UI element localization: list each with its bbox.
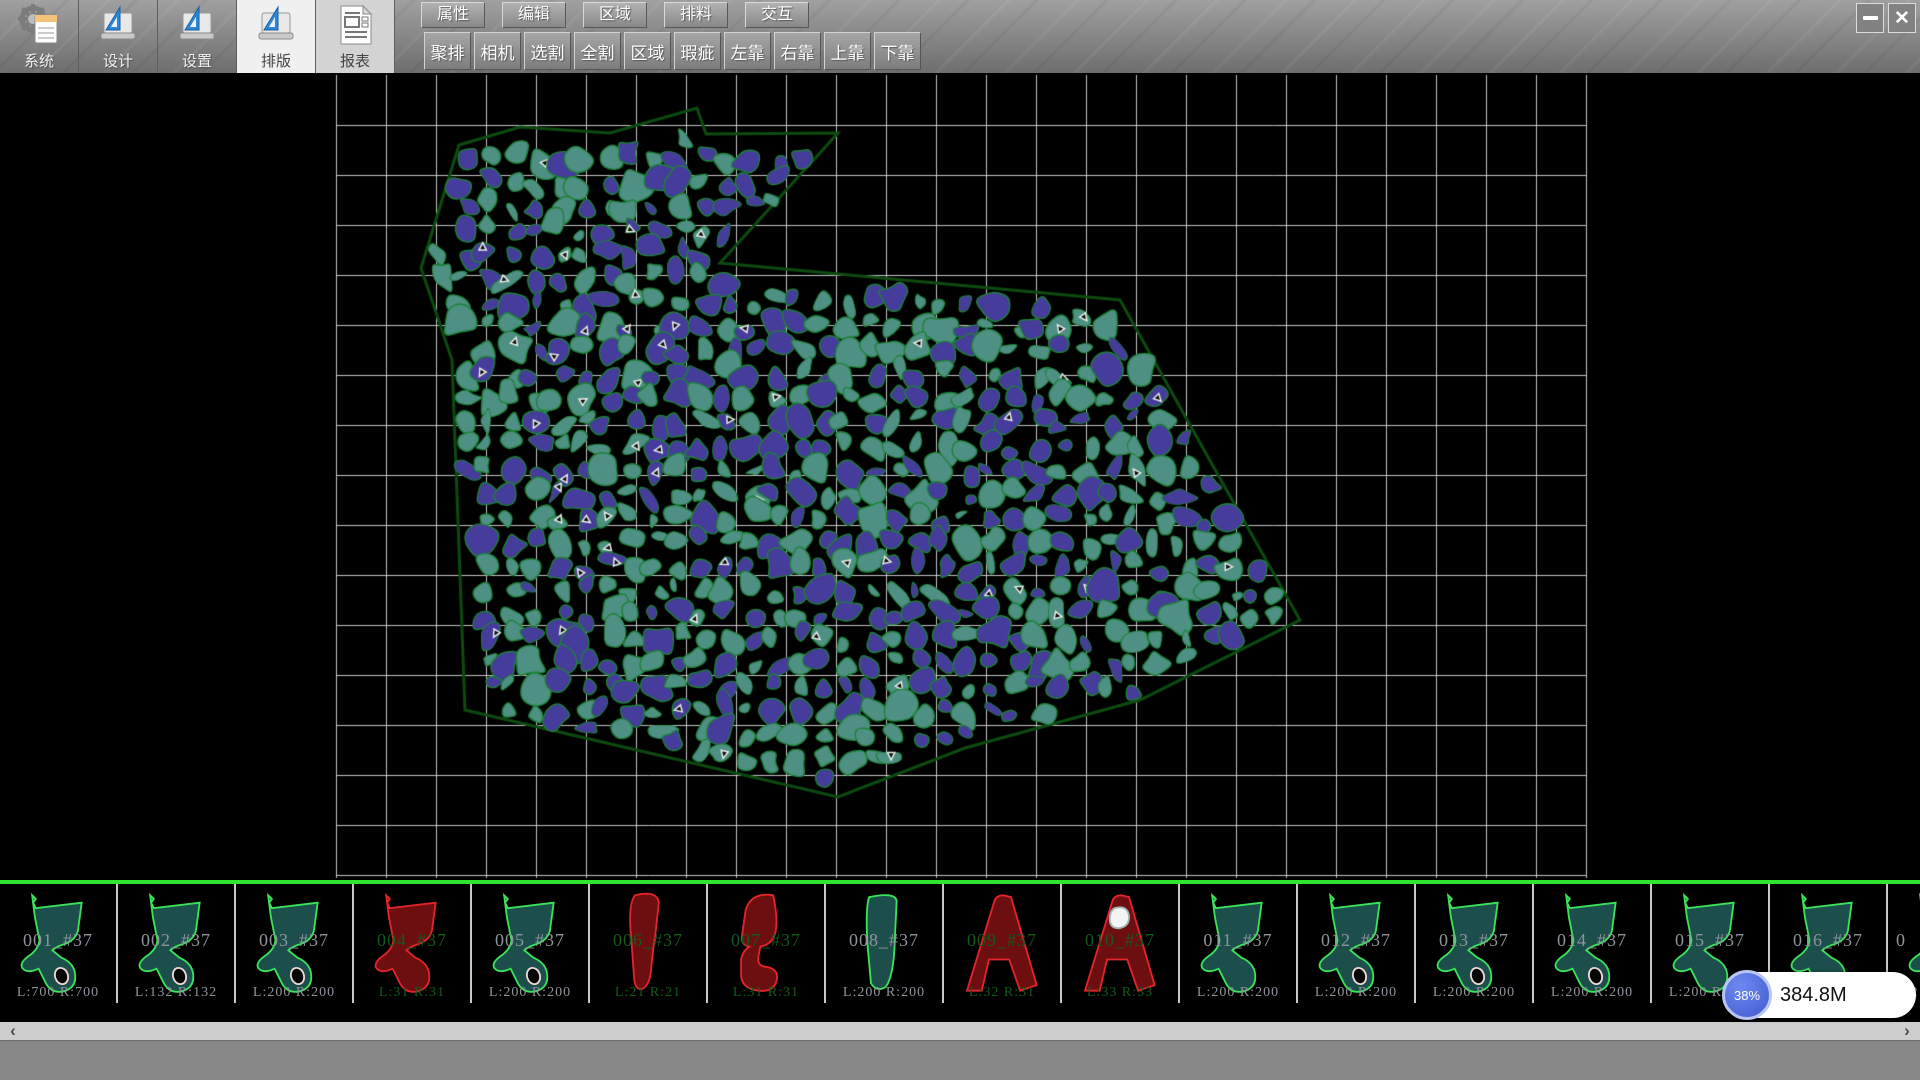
part-counts: L:200 R:200 xyxy=(1416,985,1532,1001)
nav-item-设计[interactable]: 设计 xyxy=(79,0,158,73)
percent-indicator: 38% xyxy=(1722,970,1772,1020)
nesting-canvas[interactable] xyxy=(0,73,1920,880)
part-counts: L:200 R:200 xyxy=(1180,985,1296,1001)
part-id: 016_#37 xyxy=(1770,930,1886,951)
nav-item-label: 报表 xyxy=(340,50,370,71)
scroll-right-icon[interactable]: › xyxy=(1896,1022,1918,1040)
usage-badge: 38% 384.8M xyxy=(1724,972,1916,1018)
size-value: 384.8M xyxy=(1780,984,1847,1007)
part-thumbnail[interactable]: 006_#37 L:21 R:21 xyxy=(590,884,708,1003)
report-icon xyxy=(333,3,377,47)
part-counts: L:32 R:31 xyxy=(944,985,1060,1001)
part-thumbnail[interactable]: 007_#37 L:31 R:31 xyxy=(708,884,826,1003)
laptop-ruler-icon xyxy=(96,3,140,47)
menu-tab-bar: 属性编辑区域排料交互 xyxy=(421,2,826,28)
tool-button-聚排[interactable]: 聚排 xyxy=(424,32,471,70)
part-id: 015_#37 xyxy=(1652,930,1768,951)
part-id: 002_#37 xyxy=(118,930,234,951)
nav-item-系统[interactable]: 系统 xyxy=(0,0,79,73)
menu-tab-编辑[interactable]: 编辑 xyxy=(502,2,566,28)
nav-item-label: 排版 xyxy=(261,50,291,71)
tool-button-瑕疵[interactable]: 瑕疵 xyxy=(674,32,721,70)
menu-tab-排料[interactable]: 排料 xyxy=(664,2,728,28)
part-id: 001_#37 xyxy=(0,930,116,951)
part-id: 008_#37 xyxy=(826,930,942,951)
nav-item-label: 设计 xyxy=(103,50,133,71)
part-counts: L:31 R:31 xyxy=(708,985,824,1001)
percent-value: 38% xyxy=(1734,988,1760,1003)
close-button[interactable]: ✕ xyxy=(1888,3,1916,33)
part-counts: L:21 R:21 xyxy=(590,985,706,1001)
part-counts: L:700 R:700 xyxy=(0,985,116,1001)
part-counts: L:33 R:33 xyxy=(1062,985,1178,1001)
part-thumbnail[interactable]: 001_#37 L:700 R:700 xyxy=(0,884,118,1003)
part-thumbnail[interactable]: 008_#37 L:200 R:200 xyxy=(826,884,944,1003)
part-counts: L:200 R:200 xyxy=(826,985,942,1001)
tool-button-全割[interactable]: 全割 xyxy=(574,32,621,70)
part-id: 0 xyxy=(1888,930,1920,951)
tool-button-下靠[interactable]: 下靠 xyxy=(874,32,921,70)
part-id: 013_#37 xyxy=(1416,930,1532,951)
parts-thumbnail-strip: 001_#37L:700 R:700002_#37L:132 R:132003_… xyxy=(0,884,1920,1003)
window-controls: ✕ xyxy=(1856,3,1916,33)
scroll-left-icon[interactable]: ‹ xyxy=(2,1022,24,1040)
part-thumbnail[interactable]: 004_#37 L:31 R:31 xyxy=(354,884,472,1003)
part-id: 010_#37 xyxy=(1062,930,1178,951)
application-window: 系统设计设置排版报表 属性编辑区域排料交互 聚排相机选割全割区域瑕疵左靠右靠上靠… xyxy=(0,0,1920,1080)
laptop-ruler-icon xyxy=(175,3,219,47)
nav-item-label: 系统 xyxy=(24,50,54,71)
tool-button-左靠[interactable]: 左靠 xyxy=(724,32,771,70)
tool-button-相机[interactable]: 相机 xyxy=(474,32,521,70)
part-id: 011_#37 xyxy=(1180,930,1296,951)
tool-button-选割[interactable]: 选割 xyxy=(524,32,571,70)
tool-button-上靠[interactable]: 上靠 xyxy=(824,32,871,70)
part-thumbnail[interactable]: 014_#37 L:200 R:200 xyxy=(1534,884,1652,1003)
horizontal-scrollbar[interactable]: ‹ › xyxy=(0,1022,1920,1040)
tool-button-bar: 聚排相机选割全割区域瑕疵左靠右靠上靠下靠 xyxy=(424,32,924,70)
part-thumbnail[interactable]: 005_#37 L:200 R:200 xyxy=(472,884,590,1003)
nav-item-排版[interactable]: 排版 xyxy=(237,0,316,73)
nav-icon-bar: 系统 设计 设置 排版 报表 xyxy=(0,0,395,73)
nav-item-label: 设置 xyxy=(182,50,212,71)
close-icon: ✕ xyxy=(1894,9,1910,28)
part-counts: L:200 R:200 xyxy=(1534,985,1650,1001)
menu-tab-区域[interactable]: 区域 xyxy=(583,2,647,28)
part-thumbnail[interactable]: 013_#37 L:200 R:200 xyxy=(1416,884,1534,1003)
part-counts: L:132 R:132 xyxy=(118,985,234,1001)
status-bar xyxy=(0,1040,1920,1080)
part-id: 006_#37 xyxy=(590,930,706,951)
menu-tab-交互[interactable]: 交互 xyxy=(745,2,809,28)
part-thumbnail[interactable]: 002_#37 L:132 R:132 xyxy=(118,884,236,1003)
tool-button-右靠[interactable]: 右靠 xyxy=(774,32,821,70)
part-counts: L:200 R:200 xyxy=(1298,985,1414,1001)
part-thumbnail[interactable]: 010_#37 L:33 R:33 xyxy=(1062,884,1180,1003)
minimize-icon xyxy=(1863,16,1878,20)
main-toolbar: 系统设计设置排版报表 属性编辑区域排料交互 聚排相机选割全割区域瑕疵左靠右靠上靠… xyxy=(0,0,1920,74)
part-id: 007_#37 xyxy=(708,930,824,951)
tool-button-区域[interactable]: 区域 xyxy=(624,32,671,70)
part-id: 012_#37 xyxy=(1298,930,1414,951)
part-counts: L:200 R:200 xyxy=(472,985,588,1001)
laptop-ruler-icon xyxy=(254,3,298,47)
nav-item-报表[interactable]: 报表 xyxy=(316,0,395,73)
menu-tab-属性[interactable]: 属性 xyxy=(421,2,485,28)
part-thumbnail[interactable]: 003_#37 L:200 R:200 xyxy=(236,884,354,1003)
part-thumbnail[interactable]: 012_#37 L:200 R:200 xyxy=(1298,884,1416,1003)
part-id: 014_#37 xyxy=(1534,930,1650,951)
nav-item-设置[interactable]: 设置 xyxy=(158,0,237,73)
part-thumbnail[interactable]: 011_#37 L:200 R:200 xyxy=(1180,884,1298,1003)
part-counts: L:200 R:200 xyxy=(236,985,352,1001)
part-id: 003_#37 xyxy=(236,930,352,951)
part-id: 004_#37 xyxy=(354,930,470,951)
gear-doc-icon xyxy=(17,3,61,47)
part-id: 009_#37 xyxy=(944,930,1060,951)
part-thumbnail[interactable]: 009_#37 L:32 R:31 xyxy=(944,884,1062,1003)
minimize-button[interactable] xyxy=(1856,3,1884,33)
part-id: 005_#37 xyxy=(472,930,588,951)
part-counts: L:31 R:31 xyxy=(354,985,470,1001)
